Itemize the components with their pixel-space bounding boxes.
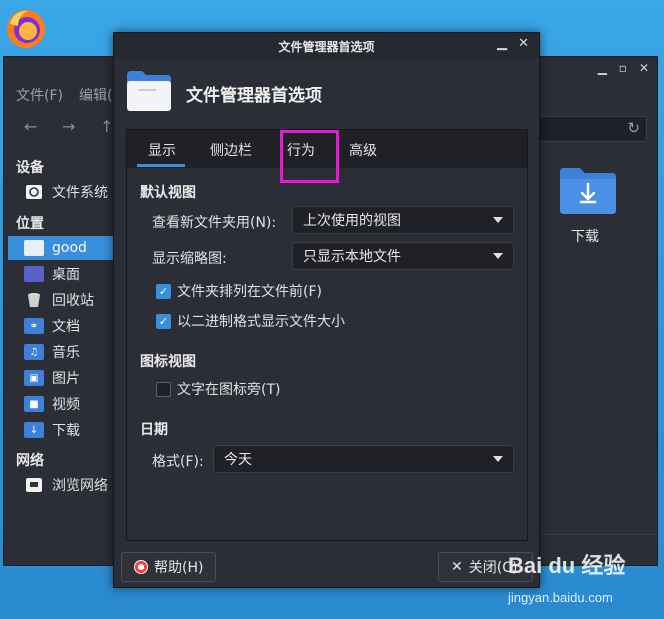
desktop-icon <box>24 266 44 282</box>
tab-advanced[interactable]: 高级 <box>349 140 377 160</box>
preferences-dialog: 文件管理器首选项 ▁ ✕ 文件管理器首选项 显示 侧边栏 行为 高级 默认视图 … <box>113 32 540 588</box>
combo-value: 只显示本地文件 <box>303 249 401 265</box>
folders-first-label: 文件夹排列在文件前(F) <box>177 284 322 300</box>
chevron-down-icon <box>493 253 503 259</box>
sidebar-item-pictures[interactable]: ▣ 图片 <box>8 366 116 390</box>
chevron-down-icon <box>493 456 503 462</box>
help-button-label: 帮助(H) <box>154 560 204 576</box>
up-arrow-icon[interactable]: ↑ <box>100 117 113 136</box>
sidebar-item-filesystem[interactable]: 文件系统 <box>8 180 116 204</box>
section-icon-view: 图标视图 <box>140 354 196 370</box>
sidebar-item-label: 桌面 <box>52 267 80 283</box>
close-icon[interactable]: ✕ <box>518 36 529 51</box>
minimize-icon[interactable]: ▁ <box>598 61 607 75</box>
menu-edit[interactable]: 编辑( <box>79 85 112 109</box>
downloads-folder-label: 下载 <box>571 229 599 245</box>
annotation-highlight-box <box>280 130 339 183</box>
combo-value: 上次使用的视图 <box>303 213 401 229</box>
sidebar-heading-places: 位置 <box>16 216 44 232</box>
folder-icon <box>126 70 172 112</box>
checkmark-icon[interactable]: ✓ <box>156 313 171 329</box>
sidebar-item-browse-network[interactable]: 浏览网络 <box>8 473 116 497</box>
maximize-icon[interactable]: ▫ <box>619 61 627 75</box>
preferences-notebook: 显示 侧边栏 行为 高级 默认视图 查看新文件夹用(N): 上次使用的视图 显示… <box>126 129 528 541</box>
downloads-folder-icon <box>560 168 616 214</box>
new-folder-view-label: 查看新文件夹用(N): <box>152 215 277 231</box>
section-default-view: 默认视图 <box>140 185 196 201</box>
close-icon[interactable]: ✕ <box>639 61 649 75</box>
sidebar-item-music[interactable]: ♫ 音乐 <box>8 340 116 364</box>
combo-value: 今天 <box>224 452 252 468</box>
checkbox-unchecked[interactable] <box>156 381 171 397</box>
sidebar-item-label: good <box>52 240 87 256</box>
chevron-down-icon <box>493 217 503 223</box>
sidebar-item-good[interactable]: good <box>8 236 116 260</box>
documents-folder-icon: ⚭ <box>24 318 44 334</box>
sidebar-item-desktop[interactable]: 桌面 <box>8 262 116 286</box>
sidebar-item-label: 浏览网络 <box>52 478 108 494</box>
downloads-folder-icon: ↓ <box>24 422 44 438</box>
checkmark-icon[interactable]: ✓ <box>156 283 171 299</box>
folders-first-checkbox-row[interactable]: ✓ 文件夹排列在文件前(F) <box>156 281 322 301</box>
sidebar-item-label: 文件系统 <box>52 185 108 201</box>
sidebar-heading-network: 网络 <box>16 453 44 469</box>
close-icon: ✕ <box>451 559 463 575</box>
sidebar-item-label: 音乐 <box>52 345 80 361</box>
drive-icon <box>24 184 44 200</box>
firefox-icon[interactable] <box>4 6 48 50</box>
tab-display[interactable]: 显示 <box>148 140 176 160</box>
sidebar-item-documents[interactable]: ⚭ 文档 <box>8 314 116 338</box>
downloads-folder-item[interactable] <box>538 108 638 214</box>
music-folder-icon: ♫ <box>24 344 44 360</box>
sidebar-item-label: 下载 <box>52 423 80 439</box>
home-folder-icon <box>24 240 44 256</box>
trash-icon <box>24 292 44 308</box>
watermark-brand: Bai du 经验 <box>508 553 626 578</box>
sidebar-item-label: 视频 <box>52 397 80 413</box>
network-icon <box>24 477 44 493</box>
new-folder-view-combo[interactable]: 上次使用的视图 <box>292 206 514 234</box>
date-format-label: 格式(F): <box>152 454 204 470</box>
sidebar-item-trash[interactable]: 回收站 <box>8 288 116 312</box>
sidebar-item-label: 文档 <box>52 319 80 335</box>
dialog-window-title: 文件管理器首选项 <box>278 40 375 54</box>
section-date: 日期 <box>140 422 168 438</box>
text-beside-icons-label: 文字在图标旁(T) <box>177 382 281 398</box>
videos-folder-icon: ■ <box>24 396 44 412</box>
minimize-icon[interactable]: ▁ <box>497 36 507 51</box>
baidu-watermark: Bai du 经验 jingyan.baidu.com <box>508 548 658 608</box>
back-arrow-icon[interactable]: ← <box>24 117 37 136</box>
sidebar: 设备 文件系统 位置 good 桌面 回收站 ⚭ 文档 ♫ 音乐 ▣ 图片 ■ … <box>4 151 116 551</box>
sidebar-heading-devices: 设备 <box>16 160 44 176</box>
watermark-url: jingyan.baidu.com <box>508 590 613 605</box>
sidebar-item-label: 图片 <box>52 371 80 387</box>
active-tab-indicator <box>137 164 185 167</box>
text-beside-icons-checkbox-row[interactable]: 文字在图标旁(T) <box>156 379 280 399</box>
sidebar-item-label: 回收站 <box>52 293 94 309</box>
menu-file[interactable]: 文件(F) <box>16 85 63 109</box>
sidebar-item-videos[interactable]: ■ 视频 <box>8 392 116 416</box>
tab-sidebar[interactable]: 侧边栏 <box>210 140 252 160</box>
dialog-heading: 文件管理器首选项 <box>186 86 322 106</box>
binary-sizes-checkbox-row[interactable]: ✓ 以二进制格式显示文件大小 <box>156 311 345 331</box>
dialog-titlebar: 文件管理器首选项 ▁ ✕ <box>114 33 539 59</box>
binary-sizes-label: 以二进制格式显示文件大小 <box>177 314 345 330</box>
help-icon <box>134 560 148 574</box>
statusbar-divider <box>538 534 656 535</box>
sidebar-item-downloads[interactable]: ↓ 下载 <box>8 418 116 442</box>
forward-arrow-icon[interactable]: → <box>62 117 75 136</box>
pictures-folder-icon: ▣ <box>24 370 44 386</box>
date-format-combo[interactable]: 今天 <box>213 445 514 473</box>
thumbnails-label: 显示缩略图: <box>152 251 227 267</box>
help-button[interactable]: 帮助(H) <box>121 552 216 582</box>
thumbnails-combo[interactable]: 只显示本地文件 <box>292 242 514 270</box>
